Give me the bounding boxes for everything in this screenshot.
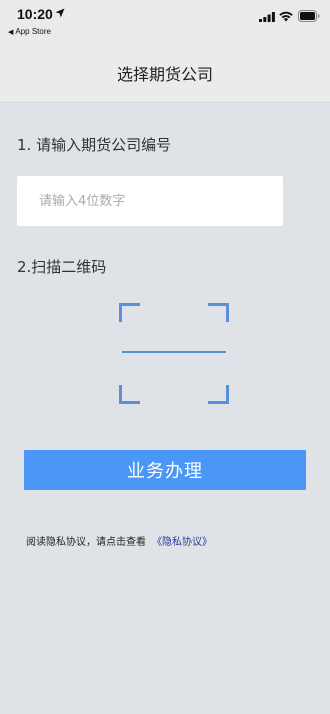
location-arrow-icon — [55, 8, 65, 18]
privacy-notice: 阅读隐私协议，请点击查看 《隐私协议》 — [26, 533, 212, 548]
nav-bar: 选择期货公司 — [0, 40, 330, 103]
status-time: 10:20 — [17, 6, 53, 22]
back-triangle-icon: ◀ — [8, 29, 14, 36]
status-bar: 10:20 ◀ App Store — [0, 0, 330, 40]
battery-icon — [298, 10, 320, 22]
step2-label: 2.扫描二维码 — [17, 258, 107, 276]
back-app-label: App Store — [15, 27, 51, 36]
scan-corner-bottom-right — [208, 385, 229, 404]
qr-scan-frame-icon[interactable] — [112, 297, 236, 410]
wifi-icon — [279, 11, 293, 22]
step1-label: 1. 请输入期货公司编号 — [17, 136, 172, 154]
scan-corner-top-right — [208, 303, 229, 322]
privacy-policy-link[interactable]: 《隐私协议》 — [152, 537, 212, 548]
scan-corner-bottom-left — [119, 385, 140, 404]
privacy-text: 阅读隐私协议，请点击查看 — [26, 537, 146, 548]
signal-icon — [259, 12, 275, 22]
scan-line — [122, 351, 226, 353]
back-to-app-store[interactable]: ◀ App Store — [8, 27, 51, 36]
page-title: 选择期货公司 — [116, 65, 213, 84]
company-code-input[interactable] — [17, 176, 283, 226]
business-handle-button[interactable]: 业务办理 — [24, 450, 306, 490]
scan-corner-top-left — [119, 303, 140, 322]
